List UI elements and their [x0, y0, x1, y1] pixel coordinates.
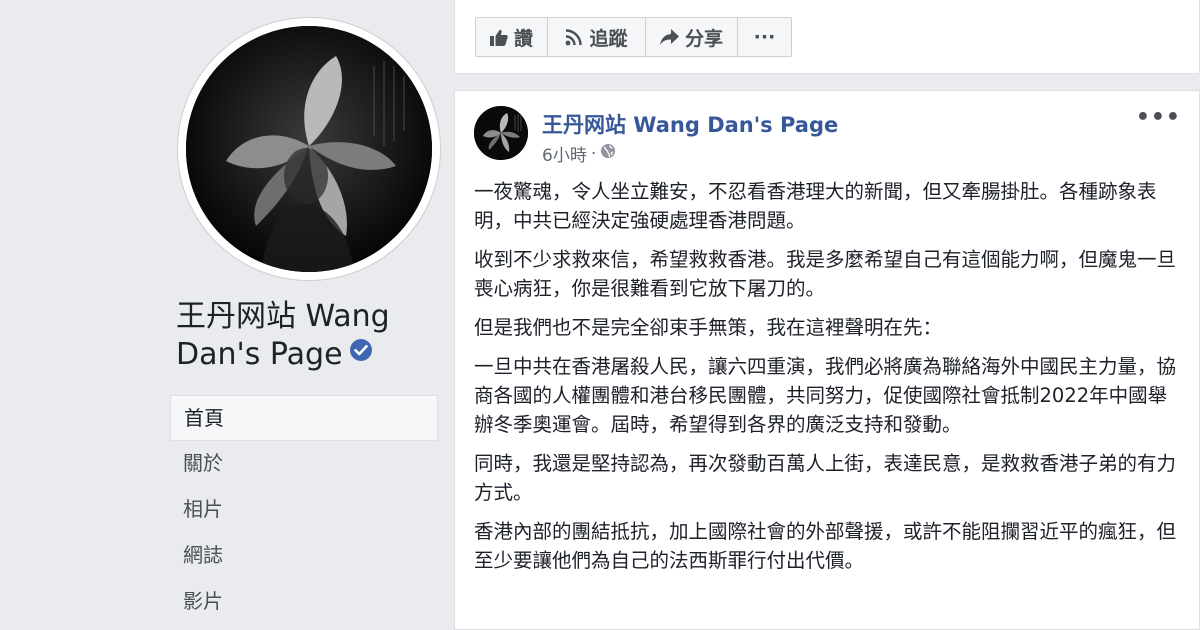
- post-options-button[interactable]: •••: [1136, 105, 1181, 130]
- page-nav: 首頁 關於 相片 網誌 影片: [170, 395, 438, 625]
- page-actions-card: 讚 追蹤 分享 ···: [454, 0, 1200, 74]
- bauhinia-portrait-image: [186, 26, 432, 272]
- nav-item-videos[interactable]: 影片: [170, 579, 438, 625]
- profile-picture[interactable]: [186, 26, 432, 272]
- post-timestamp[interactable]: 6小時: [542, 141, 587, 166]
- post-paragraph: 同時，我還是堅持認為，再次發動百萬人上街，表達民意，是救救香港子弟的有力方式。: [474, 452, 1177, 504]
- post-paragraph: 一夜驚魂，令人坐立難安，不忍看香港理大的新聞，但又牽腸掛肚。各種跡象表明，中共已…: [474, 180, 1157, 232]
- nav-item-photos[interactable]: 相片: [170, 487, 438, 533]
- post-paragraph: 但是我們也不是完全卻束手無策，我在這裡聲明在先：: [474, 316, 943, 339]
- follow-button-label: 追蹤: [589, 27, 628, 50]
- globe-icon[interactable]: [600, 143, 616, 164]
- more-actions-button[interactable]: ···: [738, 18, 791, 56]
- post-card: 王丹网站 Wang Dan's Page 6小時 · ••• 一夜驚魂，令人坐立…: [454, 90, 1200, 630]
- nav-item-notes[interactable]: 網誌: [170, 533, 438, 579]
- post-meta: 6小時 ·: [542, 141, 616, 166]
- nav-item-about[interactable]: 關於: [170, 441, 438, 487]
- bauhinia-avatar-image: [474, 106, 528, 160]
- post-paragraph: 香港內部的團結抵抗，加上國際社會的外部聲援，或許不能阻攔習近平的瘋狂，但至少要讓…: [474, 520, 1177, 572]
- nav-item-home[interactable]: 首頁: [170, 395, 438, 441]
- share-button-label: 分享: [684, 27, 723, 50]
- like-button-label: 讚: [513, 27, 533, 50]
- page-action-buttons: 讚 追蹤 分享 ···: [475, 17, 792, 57]
- post-author-avatar[interactable]: [474, 106, 528, 160]
- share-button[interactable]: 分享: [646, 18, 738, 56]
- rss-icon: [565, 28, 583, 46]
- post-body: 一夜驚魂，令人坐立難安，不忍看香港理大的新聞，但又牽腸掛肚。各種跡象表明，中共已…: [474, 177, 1184, 585]
- post-paragraph: 收到不少求救來信，希望救救香港。我是多麼希望自己有這個能力啊，但魔鬼一旦喪心病狂…: [474, 248, 1177, 300]
- thumbs-up-icon: [489, 29, 508, 46]
- profile-picture-frame[interactable]: [178, 18, 440, 280]
- post-author-name[interactable]: 王丹网站 Wang Dan's Page: [542, 109, 838, 139]
- meta-separator: ·: [590, 143, 597, 164]
- like-button[interactable]: 讚: [476, 18, 548, 56]
- page-title[interactable]: 王丹网站 Wang Dan's Page: [176, 298, 438, 374]
- verified-badge-icon: [349, 334, 373, 372]
- more-actions-label: ···: [753, 26, 776, 48]
- share-arrow-icon: [659, 29, 679, 45]
- follow-button[interactable]: 追蹤: [548, 18, 646, 56]
- post-paragraph: 一旦中共在香港屠殺人民，讓六四重演，我們必將廣為聯絡海外中國民主力量，協商各國的…: [474, 355, 1177, 436]
